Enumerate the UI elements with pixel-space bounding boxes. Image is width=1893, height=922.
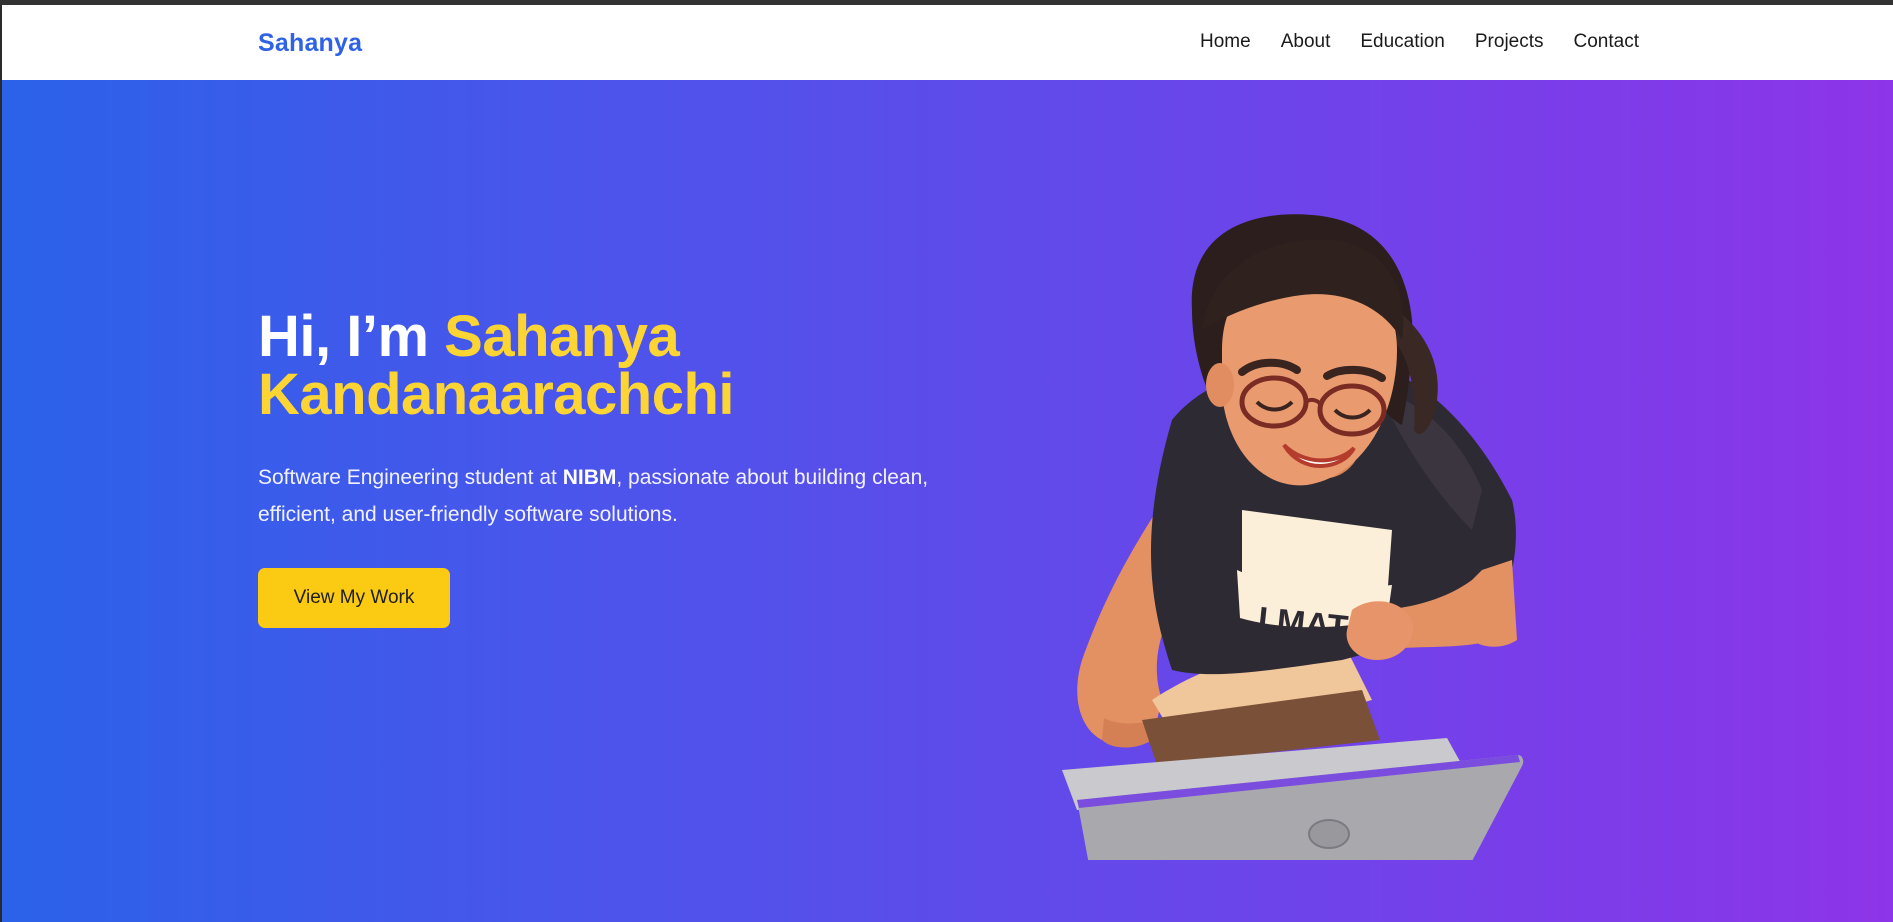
ear bbox=[1206, 363, 1234, 407]
navbar: Sahanya Home About Education Projects Co… bbox=[2, 5, 1893, 80]
hero-greeting: Hi, I’m bbox=[258, 304, 445, 369]
hero-name-first: Sahanya bbox=[444, 304, 680, 369]
hero-desc-text: Software Engineering student at bbox=[258, 466, 563, 489]
hero-description: Software Engineering student at NIBM, pa… bbox=[258, 459, 938, 533]
hero-section: Hi, I’m Sahanya Kandanaarachchi Software… bbox=[2, 80, 1893, 922]
nav-links: Home About Education Projects Contact bbox=[1200, 31, 1639, 53]
nav-link-home[interactable]: Home bbox=[1200, 31, 1251, 52]
nav-link-about[interactable]: About bbox=[1281, 31, 1331, 52]
hero-illustration: I MAT bbox=[1062, 214, 1524, 860]
browser-frame: Sahanya Home About Education Projects Co… bbox=[0, 0, 1893, 922]
nav-link-education[interactable]: Education bbox=[1360, 31, 1445, 52]
page-viewport: Sahanya Home About Education Projects Co… bbox=[2, 5, 1893, 922]
view-my-work-button[interactable]: View My Work bbox=[258, 568, 450, 628]
laptop-logo bbox=[1308, 819, 1350, 849]
hero-name-last: Kandanaarachchi bbox=[258, 362, 735, 427]
hero-title: Hi, I’m Sahanya Kandanaarachchi bbox=[258, 308, 878, 424]
hero-desc-bold: NIBM bbox=[562, 466, 617, 489]
nav-link-contact[interactable]: Contact bbox=[1574, 31, 1639, 52]
hand bbox=[1346, 601, 1413, 660]
nav-link-projects[interactable]: Projects bbox=[1475, 31, 1544, 52]
brand-logo[interactable]: Sahanya bbox=[258, 29, 362, 58]
